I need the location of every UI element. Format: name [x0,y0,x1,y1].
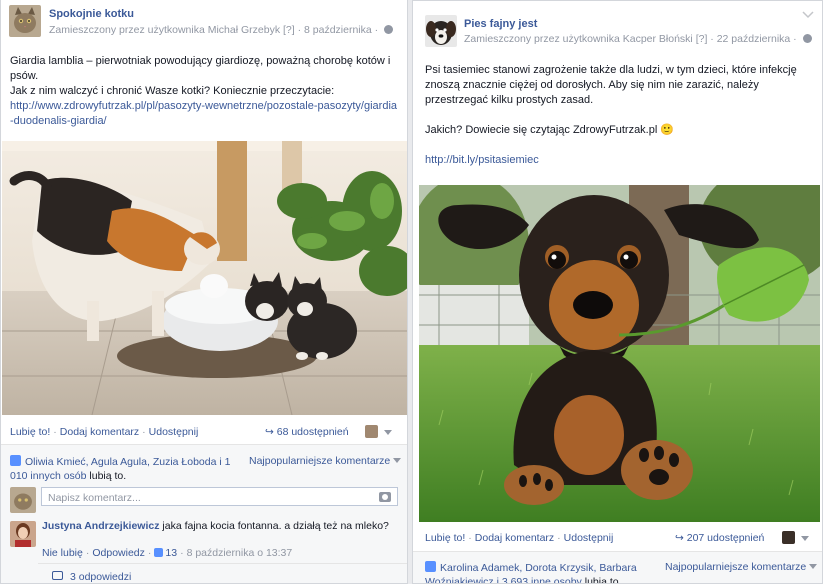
post-options-chevron-icon[interactable] [802,11,814,19]
sort-label: Najpopularniejsze komentarze [249,455,391,467]
chevron-down-icon [809,564,818,569]
post-text-line: Jak z nim walczyć i chronić Wasze kotki?… [10,85,335,97]
comment-actions: Nie lubię · Odpowiedz · 13 · 8 października o … [42,547,293,559]
like-button[interactable]: Lubię to! [10,426,50,438]
share-count[interactable]: ↪ 207 udostępnień [675,532,764,544]
comment-reply-button[interactable]: Odpowiedz [92,547,145,559]
comment: Justyna Andrzejkiewicz jaka fajna kocia … [42,519,392,533]
replies-row[interactable]: 3 odpowiedzi [38,563,407,583]
post-text-line: Jakich? Dowiecie się czytając ZdrowyFutr… [425,124,675,136]
post-meta: Zamieszczony przez użytkownika Michał Gr… [49,24,394,36]
page-name[interactable]: Pies fajny jest [464,18,537,30]
post-photo-cats[interactable] [2,141,407,415]
like-thumb-icon [154,548,164,557]
share-button[interactable]: Udostępnij [149,426,199,438]
post-photo-dog[interactable] [419,185,820,522]
share-count[interactable]: ↪ 68 udostępnień [265,426,349,438]
chevron-down-icon[interactable] [384,430,392,435]
share-count-label: 207 udostępnień [686,532,765,544]
likes-summary: Oliwia Kmieć, Agula Agula, Zuzia Łoboda … [10,455,245,483]
comment-like-count[interactable]: 13 [165,547,177,559]
meta-date[interactable]: · 8 października · [298,24,379,36]
comment-unlike-button[interactable]: Nie lubię [42,547,83,559]
comment-date[interactable]: 8 października o 13:37 [187,547,293,559]
camera-icon[interactable] [379,492,391,502]
viewer-avatar-small[interactable] [365,425,378,438]
comment-button[interactable]: Dodaj komentarz [475,532,554,544]
chevron-down-icon[interactable] [801,536,809,541]
like-button[interactable]: Lubię to! [425,532,465,544]
comments-sort-dropdown[interactable]: Najpopularniejsze komentarze [249,455,402,467]
commenter-avatar[interactable] [10,521,36,547]
viewer-avatar [10,487,36,513]
share-arrow-icon: ↪ [675,532,684,544]
globe-icon [802,34,812,43]
post-meta: Zamieszczony przez użytkownika Kacper Bł… [464,33,812,45]
post-text-line: Psi tasiemiec stanowi zagrożenie także d… [425,64,797,106]
viewer-avatar-small[interactable] [782,531,795,544]
likes-suffix: lubią to. [584,576,622,584]
share-button[interactable]: Udostępnij [564,532,614,544]
post-actions: Lubię to! · Dodaj komentarz · Udostępnij [425,532,614,544]
likes-summary: Karolina Adamek, Dorota Krzysik, Barbara… [425,561,661,584]
comment-placeholder: Napisz komentarz... [48,492,141,504]
sort-label: Najpopularniejsze komentarze [665,561,807,573]
comment-button[interactable]: Dodaj komentarz [60,426,139,438]
share-count-label: 68 udostępnień [276,426,349,438]
post-spokojnie-kotku: Spokojnie kotku Zamieszczony przez użytk… [0,0,408,584]
comment-author[interactable]: Justyna Andrzejkiewicz [42,520,159,532]
share-arrow-icon: ↪ [265,426,274,438]
like-thumb-icon [425,561,436,572]
comment-text: jaka fajna kocia fontanna. a działą też … [162,520,389,532]
reply-bubble-icon [52,571,63,580]
chevron-down-icon [393,458,402,463]
meta-author[interactable]: Zamieszczony przez użytkownika Kacper Bł… [464,33,693,45]
like-thumb-icon [10,455,21,466]
likes-suffix: lubią to. [89,470,127,482]
post-link[interactable]: http://www.zdrowyfutrzak.pl/pl/pasozyty-… [10,100,397,127]
post-pies-fajny-jest: Pies fajny jest Zamieszczony przez użytk… [412,0,823,584]
post-text-line: Giardia lamblia – pierwotniak powodujący… [10,55,391,82]
globe-icon [384,25,394,34]
page-avatar-cat[interactable] [9,5,41,37]
post-header: Spokojnie kotku Zamieszczony przez użytk… [1,0,407,46]
ufi-panel: Oliwia Kmieć, Agula Agula, Zuzia Łoboda … [1,444,407,583]
page-avatar-dog[interactable] [425,15,457,47]
replies-link[interactable]: 3 odpowiedzi [70,571,131,583]
comment-input[interactable]: Napisz komentarz... [41,487,398,506]
post-header: Pies fajny jest Zamieszczony przez użytk… [413,1,822,47]
comments-sort-dropdown[interactable]: Najpopularniejsze komentarze [665,561,818,573]
post-actions: Lubię to! · Dodaj komentarz · Udostępnij [10,426,199,438]
meta-flag[interactable]: [?] [283,24,295,36]
post-text: Psi tasiemiec stanowi zagrożenie także d… [425,63,810,168]
meta-date[interactable]: · 22 października · [710,33,796,45]
meta-flag[interactable]: [?] [696,33,708,45]
meta-author[interactable]: Zamieszczony przez użytkownika Michał Gr… [49,24,280,36]
page-name[interactable]: Spokojnie kotku [49,8,134,20]
ufi-panel: Karolina Adamek, Dorota Krzysik, Barbara… [413,551,822,584]
post-link[interactable]: http://bit.ly/psitasiemiec [425,154,539,166]
post-text: Giardia lamblia – pierwotniak powodujący… [10,54,400,129]
